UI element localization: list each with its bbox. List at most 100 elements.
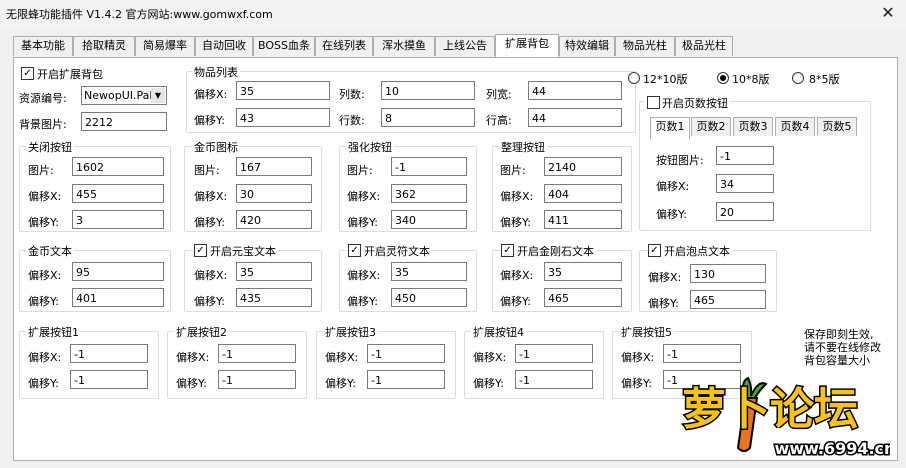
diamond-offx-field[interactable]: 35 [544,262,622,281]
paodian-text-title: 开启泡点文本 [662,243,732,259]
tab-top-light[interactable]: 极品光柱 [675,36,733,56]
yuanbao-offx-field[interactable]: 35 [236,262,312,281]
lingfu-offx-label: 偏移X: [347,269,381,282]
ext4-offx-field[interactable]: -1 [515,344,593,363]
tab-boss-hp[interactable]: BOSS血条 [253,36,315,56]
lingfu-offy-label: 偏移Y: [347,295,378,308]
layout-radio-8x5[interactable] [792,72,804,84]
bg-image-field[interactable]: 2212 [81,112,167,131]
ext-button-5-title: 扩展按钮5 [619,324,674,340]
save-notice: 保存即刻生效, 请不要在线修改 背包容量大小 [804,328,881,367]
paodian-text-checkbox[interactable]: ✓ [648,244,661,257]
paodian-offx-label: 偏移X: [648,271,682,284]
items-offx-field[interactable]: 35 [236,81,330,100]
enable-ext-bag-checkbox[interactable]: ✓ [21,67,34,80]
tab-fishing[interactable]: 浑水摸鱼 [373,36,435,56]
enhance-img-field[interactable]: -1 [391,157,467,176]
ext5-offx-field[interactable]: -1 [663,344,741,363]
watermark-text: 萝卜论坛 [682,384,858,435]
close-offx-field[interactable]: 455 [72,184,164,203]
enhance-button-title: 强化按钮 [346,139,394,155]
close-offx-label: 偏移X: [28,190,62,203]
yuanbao-text-checkbox[interactable]: ✓ [194,244,207,257]
ext5-offx-label: 偏移X: [621,351,655,364]
page-buttons-label: 开启页数按钮 [662,97,728,110]
goldicon-offy-field[interactable]: 420 [236,210,312,229]
tab-item-light[interactable]: 物品光柱 [615,36,675,56]
items-offy-field[interactable]: 43 [236,108,330,127]
layout-12x10-label: 12*10版 [643,73,688,86]
items-colw-field[interactable]: 44 [528,81,622,100]
layout-radio-12x10[interactable] [628,72,640,84]
tab-basic[interactable]: 基本功能 [13,36,73,56]
ext3-offy-label: 偏移Y: [325,377,356,390]
tab-page5[interactable]: 页数5 [817,117,857,136]
tab-droprate[interactable]: 简易爆率 [135,36,195,56]
close-img-field[interactable]: 1602 [72,157,164,176]
ext4-offy-label: 偏移Y: [473,377,504,390]
ext2-offx-label: 偏移X: [176,351,210,364]
tab-announce[interactable]: 上线公告 [435,36,495,56]
yuanbao-offy-field[interactable]: 435 [236,288,312,307]
items-rows-field[interactable]: 8 [381,108,475,127]
close-img-label: 图片: [28,164,54,177]
items-cols-label: 列数: [339,88,365,101]
lingfu-offx-field[interactable]: 35 [391,262,467,281]
tab-page3[interactable]: 页数3 [733,117,773,136]
close-icon[interactable]: ✕ [876,3,900,23]
tab-page2[interactable]: 页数2 [691,117,731,136]
ext3-offy-field[interactable]: -1 [367,370,445,389]
goldicon-offx-field[interactable]: 30 [236,184,312,203]
ext4-offy-field[interactable]: -1 [515,370,593,389]
items-rowh-field[interactable]: 44 [528,108,622,127]
paodian-offy-field[interactable]: 465 [690,290,766,309]
goldicon-img-field[interactable]: 167 [236,157,312,176]
ext1-offy-field[interactable]: -1 [70,370,148,389]
ext2-offx-field[interactable]: -1 [218,344,296,363]
diamond-offy-field[interactable]: 465 [544,288,622,307]
items-cols-field[interactable]: 10 [381,81,475,100]
layout-radio-10x8[interactable] [717,72,729,84]
tab-pickup[interactable]: 拾取精灵 [73,36,135,56]
tab-effects[interactable]: 特效编辑 [559,36,615,56]
ext1-offx-label: 偏移X: [28,351,62,364]
sort-img-label: 图片: [500,164,526,177]
close-offy-field[interactable]: 3 [72,210,164,229]
gold-icon-title: 金币图标 [192,139,240,155]
item-list-title: 物品列表 [192,64,240,80]
res-id-dropdown[interactable]: NewopUI.Pak ▼ [81,86,167,105]
tab-page4[interactable]: 页数4 [775,117,815,136]
enhance-offy-field[interactable]: 340 [391,210,467,229]
sort-offy-field[interactable]: 411 [544,210,622,229]
goldicon-img-label: 图片: [194,164,220,177]
enhance-offy-label: 偏移Y: [347,216,378,229]
tab-page1[interactable]: 页数1 [650,117,690,139]
ext3-offx-field[interactable]: -1 [367,344,445,363]
lingfu-offy-field[interactable]: 450 [391,288,467,307]
sort-offx-field[interactable]: 404 [544,184,622,203]
lingfu-text-checkbox[interactable]: ✓ [348,244,361,257]
ext1-offx-field[interactable]: -1 [70,344,148,363]
goldtext-offx-field[interactable]: 95 [72,262,164,281]
tab-ext-bag[interactable]: 扩展背包 [495,34,559,57]
diamond-offy-label: 偏移Y: [500,295,531,308]
items-rowh-label: 行高: [486,114,512,127]
diamond-text-checkbox[interactable]: ✓ [501,244,514,257]
goldicon-offx-label: 偏移X: [194,190,228,203]
tab-recycle[interactable]: 自动回收 [195,36,253,56]
page-img-field[interactable]: -1 [716,146,774,165]
watermark-url: www.6994.cn [775,439,890,458]
ext2-offy-field[interactable]: -1 [218,370,296,389]
ext-button-2-title: 扩展按钮2 [174,324,229,340]
page-offx-field[interactable]: 34 [716,174,774,193]
bg-image-label: 背景图片: [19,118,67,131]
tab-online-list[interactable]: 在线列表 [315,36,373,56]
sort-offy-label: 偏移Y: [500,216,531,229]
goldtext-offy-field[interactable]: 401 [72,288,164,307]
items-offx-label: 偏移X: [194,88,228,101]
page-offy-field[interactable]: 20 [716,202,774,221]
paodian-offx-field[interactable]: 130 [690,264,766,283]
sort-img-field[interactable]: 2140 [544,157,622,176]
enable-page-buttons-checkbox[interactable] [647,96,660,109]
enhance-offx-field[interactable]: 362 [391,184,467,203]
